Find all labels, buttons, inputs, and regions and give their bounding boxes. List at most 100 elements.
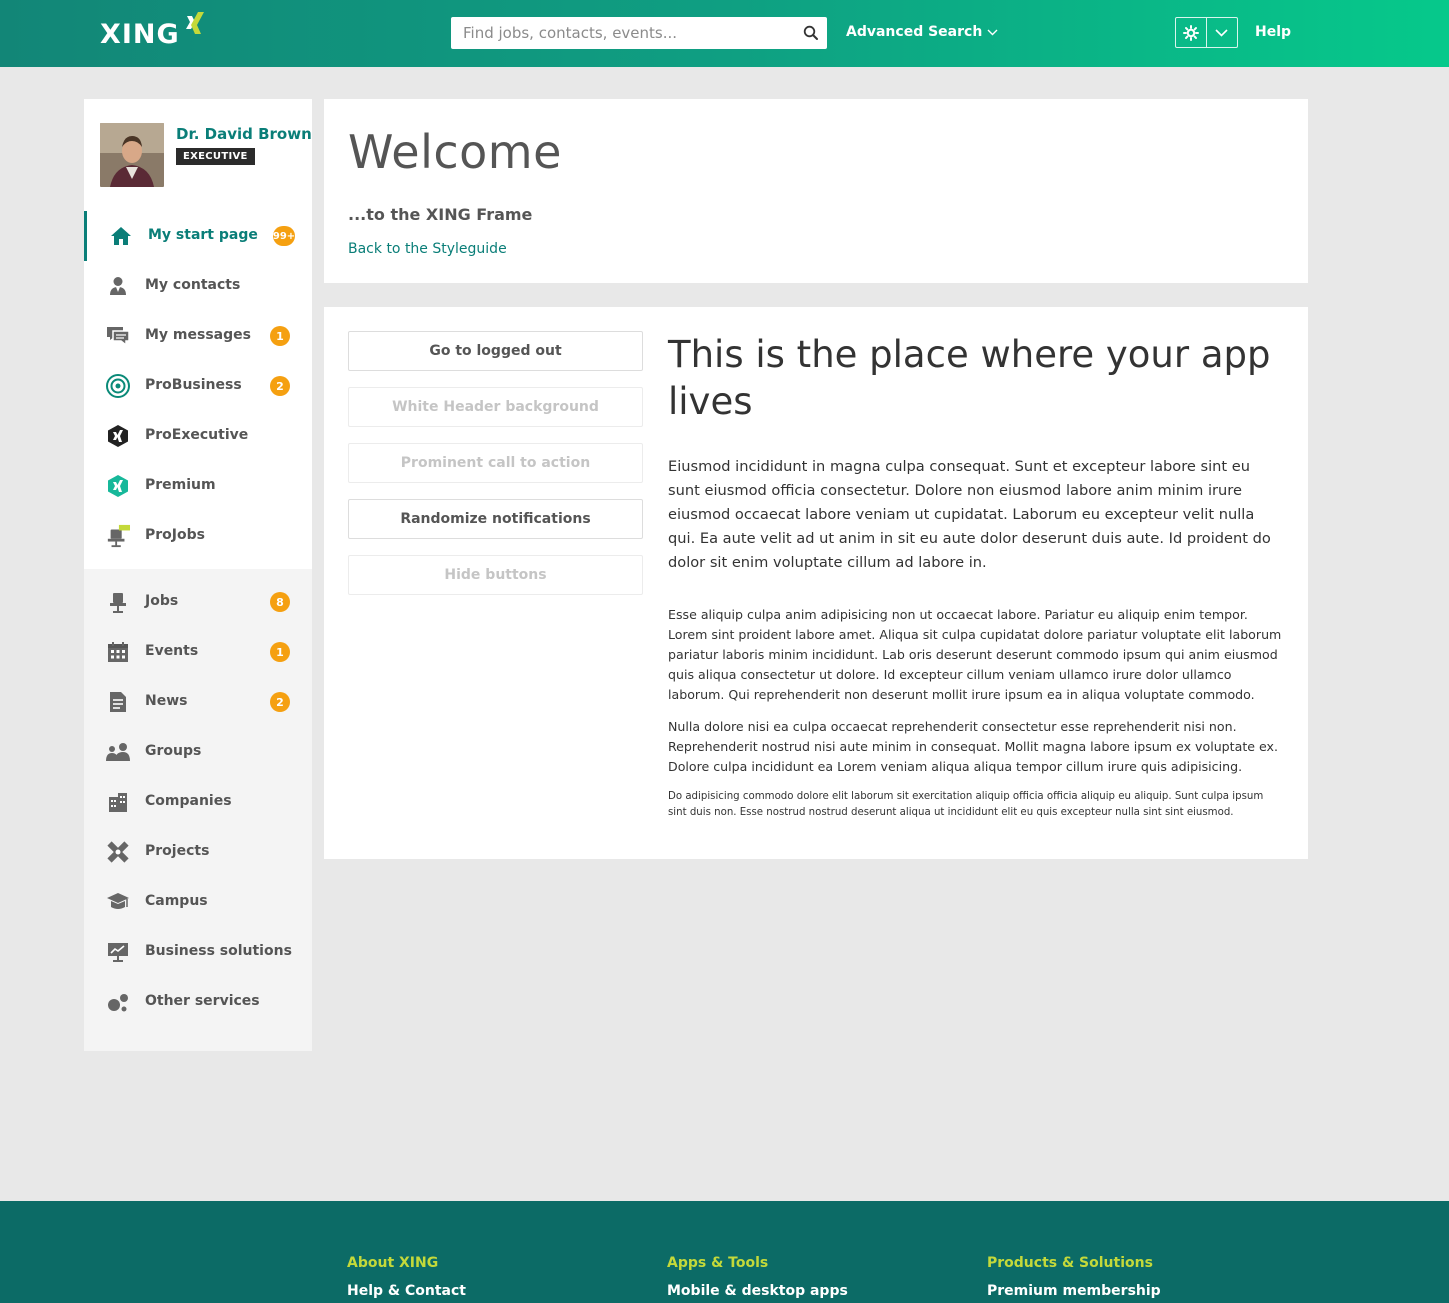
proexecutive-icon	[106, 424, 130, 448]
sidebar-item-label: My contacts	[145, 277, 241, 293]
help-link[interactable]: Help	[1255, 24, 1291, 40]
settings-dropdown-button[interactable]	[1207, 18, 1237, 47]
sidebar-item-label: Companies	[145, 793, 232, 809]
content-paragraph: Nulla dolore nisi ea culpa occaecat repr…	[668, 719, 1278, 774]
sidebar-item-campus[interactable]: Campus	[84, 877, 312, 927]
sidebar-item-label: News	[145, 693, 188, 709]
messages-icon	[106, 324, 130, 348]
sidebar-item-label: Projects	[145, 843, 210, 859]
notification-count-badge: 2	[270, 692, 290, 712]
sidebar-item-business-solutions[interactable]: Business solutions	[84, 927, 312, 977]
sidebar-item-proexecutive[interactable]: ProExecutive	[84, 411, 312, 461]
sidebar-item-projects[interactable]: Projects	[84, 827, 312, 877]
sidebar-item-label: Other services	[145, 993, 260, 1009]
projobs-icon	[106, 524, 130, 548]
xing-logo[interactable]: XING	[100, 12, 206, 52]
sidebar-item-other-services[interactable]: Other services	[84, 977, 312, 1027]
content-paragraph: Esse aliquip culpa anim adipisicing non …	[668, 607, 1282, 702]
sidebar-item-groups[interactable]: Groups	[84, 727, 312, 777]
footer: About XING Help & Contact Apps & Tools M…	[0, 1201, 1449, 1303]
footer-heading[interactable]: Apps & Tools	[667, 1255, 848, 1271]
groups-icon	[106, 740, 130, 764]
sidebar-item-label: ProExecutive	[145, 427, 249, 443]
chevron-down-icon	[987, 29, 998, 35]
notification-count-badge: 99+	[273, 226, 295, 246]
sidebar-item-companies[interactable]: Companies	[84, 777, 312, 827]
avatar-image	[100, 123, 164, 187]
footer-link[interactable]: Mobile & desktop apps	[667, 1283, 848, 1299]
advanced-search-link[interactable]: Advanced Search	[846, 24, 998, 40]
content-paragraph-large: Eiusmod incididunt in magna culpa conseq…	[668, 458, 1271, 571]
executive-badge: EXECUTIVE	[176, 148, 255, 165]
sidebar-item-label: ProBusiness	[145, 377, 242, 393]
home-icon	[109, 224, 133, 248]
white-header-background-button[interactable]: White Header background	[348, 387, 643, 427]
probusiness-icon	[106, 374, 130, 398]
prominent-call-to-action-button[interactable]: Prominent call to action	[348, 443, 643, 483]
sidebar-item-jobs[interactable]: Jobs 8	[84, 577, 312, 627]
footer-column-products: Products & Solutions Premium membership	[987, 1255, 1161, 1299]
page-subtitle: ...to the XING Frame	[348, 205, 533, 224]
business-solutions-icon	[106, 940, 130, 964]
gear-icon	[1183, 24, 1199, 41]
events-icon	[106, 640, 130, 664]
app-content: This is the place where your app lives E…	[668, 331, 1284, 821]
sidebar-item-label: My messages	[145, 327, 251, 343]
companies-icon	[106, 790, 130, 814]
notification-count-badge: 2	[270, 376, 290, 396]
sidebar-item-my-start-page[interactable]: My start page 99+	[84, 211, 312, 261]
sidebar-item-projobs[interactable]: ProJobs	[84, 511, 312, 561]
profile-summary[interactable]: Dr. David Brown EXECUTIVE	[100, 123, 312, 187]
sidebar-item-events[interactable]: Events 1	[84, 627, 312, 677]
top-navigation-bar: XING Advanced Search	[0, 0, 1449, 67]
settings-button[interactable]	[1176, 18, 1206, 47]
footer-link[interactable]: Help & Contact	[347, 1283, 466, 1299]
notification-count-badge: 1	[270, 326, 290, 346]
search-input[interactable]	[451, 17, 781, 49]
welcome-card: Welcome ...to the XING Frame Back to the…	[324, 99, 1308, 283]
footer-heading[interactable]: Products & Solutions	[987, 1255, 1161, 1271]
jobs-icon	[106, 590, 130, 614]
sidebar-item-label: Groups	[145, 743, 202, 759]
notification-count-badge: 8	[270, 592, 290, 612]
sidebar-item-premium[interactable]: Premium	[84, 461, 312, 511]
footer-column-apps: Apps & Tools Mobile & desktop apps	[667, 1255, 848, 1299]
sidebar-item-label: ProJobs	[145, 527, 205, 543]
logo-text: XING	[100, 19, 180, 50]
sidebar-item-label: Business solutions	[145, 943, 292, 959]
other-services-icon	[106, 990, 130, 1014]
chevron-down-icon	[1215, 28, 1229, 37]
sidebar-item-label: Jobs	[145, 593, 179, 609]
hide-buttons-button[interactable]: Hide buttons	[348, 555, 643, 595]
campus-icon	[106, 890, 130, 914]
sidebar-item-label: Premium	[145, 477, 216, 493]
profile-name[interactable]: Dr. David Brown	[176, 124, 312, 144]
sidebar-item-probusiness[interactable]: ProBusiness 2	[84, 361, 312, 411]
profile-name-block: Dr. David Brown EXECUTIVE	[176, 123, 312, 187]
projects-icon	[106, 840, 130, 864]
sidebar-item-label: Campus	[145, 893, 208, 909]
sidebar: Dr. David Brown EXECUTIVE My start page …	[84, 99, 312, 1051]
advanced-search-label: Advanced Search	[846, 24, 983, 40]
sidebar-item-label: My start page	[148, 227, 258, 243]
randomize-notifications-button[interactable]: Randomize notifications	[348, 499, 643, 539]
footer-link[interactable]: Premium membership	[987, 1283, 1161, 1299]
page-title: Welcome	[348, 125, 562, 179]
contacts-icon	[106, 274, 130, 298]
sidebar-item-news[interactable]: News 2	[84, 677, 312, 727]
premium-icon	[106, 474, 130, 498]
content-heading: This is the place where your app lives	[668, 333, 1271, 423]
search-icon[interactable]	[803, 25, 819, 41]
notification-count-badge: 1	[270, 642, 290, 662]
sidebar-item-my-messages[interactable]: My messages 1	[84, 311, 312, 361]
news-icon	[106, 690, 130, 714]
go-to-logged-out-button[interactable]: Go to logged out	[348, 331, 643, 371]
back-to-styleguide-link[interactable]: Back to the Styleguide	[348, 241, 507, 257]
xing-x-icon	[185, 12, 204, 34]
search-box	[451, 17, 827, 49]
app-content-card: Go to logged out White Header background…	[324, 307, 1308, 859]
sidebar-item-my-contacts[interactable]: My contacts	[84, 261, 312, 311]
settings-menu	[1175, 17, 1238, 48]
footer-heading[interactable]: About XING	[347, 1255, 466, 1271]
avatar[interactable]	[100, 123, 164, 187]
